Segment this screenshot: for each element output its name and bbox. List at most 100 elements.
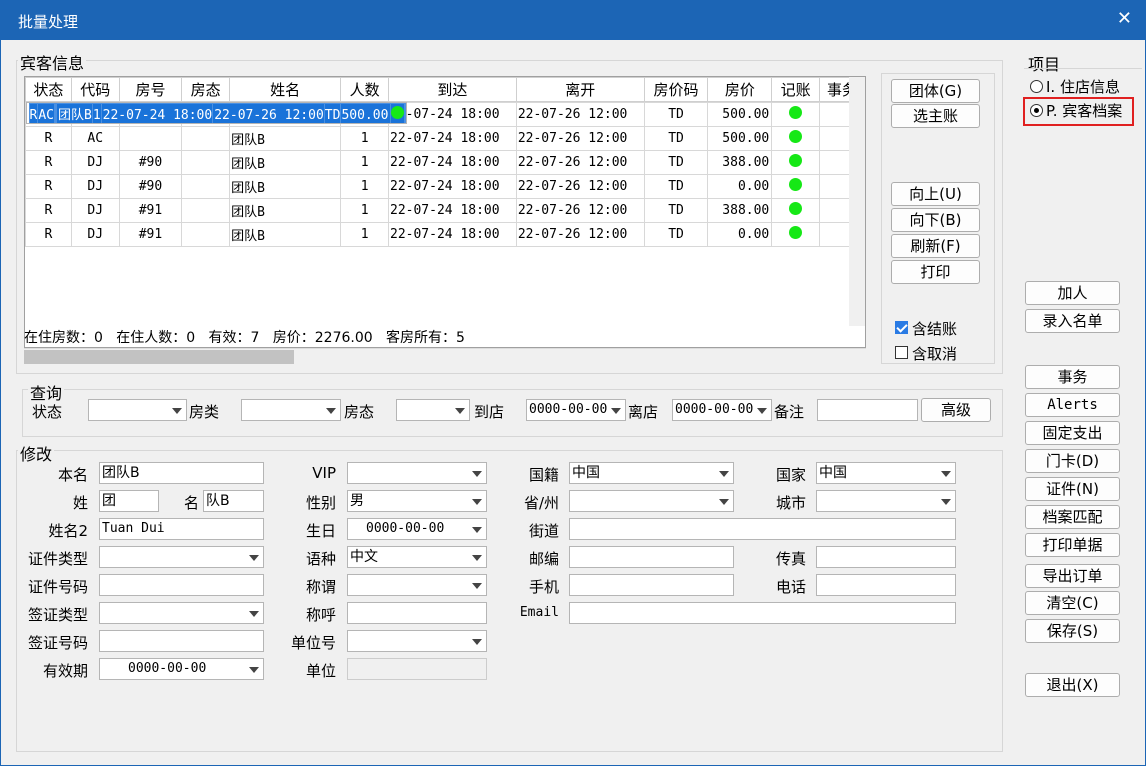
column-header[interactable]: 到达 (388, 77, 517, 102)
query-depart-date[interactable]: 0000-00-00 (672, 399, 772, 421)
visa-type-select[interactable] (99, 602, 264, 624)
valid-until-label: 有效期 (42, 662, 88, 680)
surname-input[interactable]: 团 (99, 490, 159, 512)
column-header[interactable]: 房号 (118, 77, 183, 102)
chevron-down-icon (455, 408, 465, 414)
cell-name: 团队B (229, 126, 342, 151)
query-room-state-label: 房态 (344, 403, 375, 421)
column-header[interactable]: 状态 (25, 77, 72, 102)
birthday-label: 生日 (305, 522, 336, 540)
query-status-select[interactable] (88, 399, 187, 421)
column-header[interactable]: 记账 (771, 77, 821, 102)
street-input[interactable] (569, 518, 956, 540)
advanced-button[interactable]: 高级 (921, 398, 991, 422)
column-header[interactable]: 房价码 (643, 77, 709, 102)
add-person-button[interactable]: 加人 (1025, 281, 1120, 305)
column-header[interactable]: 姓名 (229, 77, 342, 102)
query-arrive-date[interactable]: 0000-00-00 (526, 399, 626, 421)
print-button[interactable]: 打印 (891, 260, 980, 284)
group-button[interactable]: 团体(G) (891, 79, 980, 103)
option-stay-info-label[interactable]: I. 住店信息 (1046, 76, 1120, 97)
email-input[interactable] (569, 602, 956, 624)
horizontal-scrollbar[interactable] (24, 348, 866, 364)
phone-input[interactable] (816, 574, 956, 596)
account-status-cell (771, 126, 821, 151)
visa-number-input[interactable] (99, 630, 264, 652)
id-number-input[interactable] (99, 574, 264, 596)
print-document-button[interactable]: 打印单据 (1025, 533, 1120, 557)
name2-input[interactable]: Tuan Dui (99, 518, 264, 540)
alerts-button[interactable]: Alerts (1025, 393, 1120, 417)
option-guest-profile-radio[interactable] (1030, 104, 1043, 117)
company-no-select[interactable] (347, 630, 487, 652)
given-name-input[interactable]: 队B (203, 490, 264, 512)
table-row[interactable]: R DJ #90 团队B 1 22-07-24 18:00 22-07-26 12:00 TD… (25, 150, 865, 175)
account-status-icon (789, 130, 803, 143)
chevron-down-icon (941, 471, 951, 477)
fax-input[interactable] (816, 546, 956, 568)
include-settled-checkbox[interactable] (895, 321, 908, 334)
cell-room-state (181, 174, 231, 199)
option-guest-profile-label[interactable]: P. 宾客档案 (1046, 100, 1122, 121)
title-select[interactable] (347, 574, 487, 596)
main-account-button[interactable]: 选主账 (891, 104, 980, 128)
language-select[interactable]: 中文 (347, 546, 487, 568)
column-header[interactable]: 代码 (70, 77, 120, 102)
door-card-button[interactable]: 门卡(D) (1025, 449, 1120, 473)
move-up-button[interactable]: 向上(U) (891, 182, 980, 206)
province-label: 省/州 (523, 494, 559, 512)
guest-summary: 在住房数：0 在住人数：0 有效：7 房价：2276.00 客房所有：5 (24, 330, 465, 346)
table-row[interactable]: R DJ #90 团队B 1 22-07-24 18:00 22-07-26 12:00 TD… (25, 174, 865, 199)
enter-list-button[interactable]: 录入名单 (1025, 309, 1120, 333)
gender-select[interactable]: 男 (347, 490, 487, 512)
country-select[interactable]: 中国 (816, 462, 956, 484)
query-remark-input[interactable] (817, 399, 918, 421)
nationality-select[interactable]: 中国 (569, 462, 734, 484)
refresh-button[interactable]: 刷新(F) (891, 234, 980, 258)
cell-name: 团队B (229, 198, 342, 223)
table-row[interactable]: R DJ #91 团队B 1 22-07-24 18:00 22-07-26 12:00 TD… (25, 222, 865, 247)
cell-code: DJ (70, 198, 120, 223)
query-room-state-select[interactable] (396, 399, 470, 421)
include-cancelled-checkbox[interactable] (895, 346, 908, 359)
certificate-button[interactable]: 证件(N) (1025, 477, 1120, 501)
close-icon[interactable]: ✕ (1117, 8, 1132, 29)
column-header[interactable]: 离开 (515, 77, 645, 102)
zip-input[interactable] (569, 546, 734, 568)
vertical-scrollbar[interactable] (849, 77, 865, 326)
fixed-expense-button[interactable]: 固定支出 (1025, 421, 1120, 445)
query-arrive-label: 到店 (474, 403, 505, 421)
save-button[interactable]: 保存(S) (1025, 619, 1120, 643)
name-label: 本名 (57, 466, 88, 484)
table-row[interactable]: RAC团队B122-07-24 18:0022-07-26 12:00TD500… (25, 102, 408, 124)
id-type-select[interactable] (99, 546, 264, 568)
salutation-input[interactable] (347, 602, 487, 624)
cell-code: AC (70, 126, 120, 151)
include-settled-label: 含结账 (912, 320, 958, 338)
cell-depart: 22-07-26 12:00 (212, 103, 325, 123)
vip-select[interactable] (347, 462, 487, 484)
profile-match-button[interactable]: 档案匹配 (1025, 505, 1120, 529)
column-header[interactable]: 房态 (181, 77, 231, 102)
province-select[interactable] (569, 490, 734, 512)
city-select[interactable] (816, 490, 956, 512)
guest-table: 状态 代码 房号 房态 姓名 人数 到达 离开 房价码 房价 记账 事务 R AC 团队B 1 22-07-2… (25, 77, 865, 247)
column-header[interactable]: 房价 (707, 77, 773, 102)
phone-label: 电话 (775, 578, 806, 596)
affairs-button[interactable]: 事务 (1025, 365, 1120, 389)
option-stay-info-radio[interactable] (1030, 80, 1043, 93)
move-down-button[interactable]: 向下(B) (891, 208, 980, 232)
column-header[interactable]: 人数 (340, 77, 389, 102)
clear-button[interactable]: 清空(C) (1025, 591, 1120, 615)
valid-until-date[interactable]: 0000-00-00 (99, 658, 264, 680)
birthday-date[interactable]: 0000-00-00 (347, 518, 487, 540)
export-order-button[interactable]: 导出订单 (1025, 564, 1120, 588)
exit-button[interactable]: 退出(X) (1025, 673, 1120, 697)
scrollbar-thumb[interactable] (24, 350, 294, 364)
query-room-type-select[interactable] (241, 399, 341, 421)
table-row[interactable]: R DJ #91 团队B 1 22-07-24 18:00 22-07-26 12:00 TD… (25, 198, 865, 223)
name-input[interactable]: 团队B (99, 462, 264, 484)
table-row[interactable]: RAC团队B122-07-24 18:0022-07-26 12:00TD500… (25, 126, 865, 151)
mobile-input[interactable] (569, 574, 734, 596)
guest-grid[interactable]: 状态 代码 房号 房态 姓名 人数 到达 离开 房价码 房价 记账 事务 R AC 团队B 1 22-07-2… (24, 76, 866, 348)
